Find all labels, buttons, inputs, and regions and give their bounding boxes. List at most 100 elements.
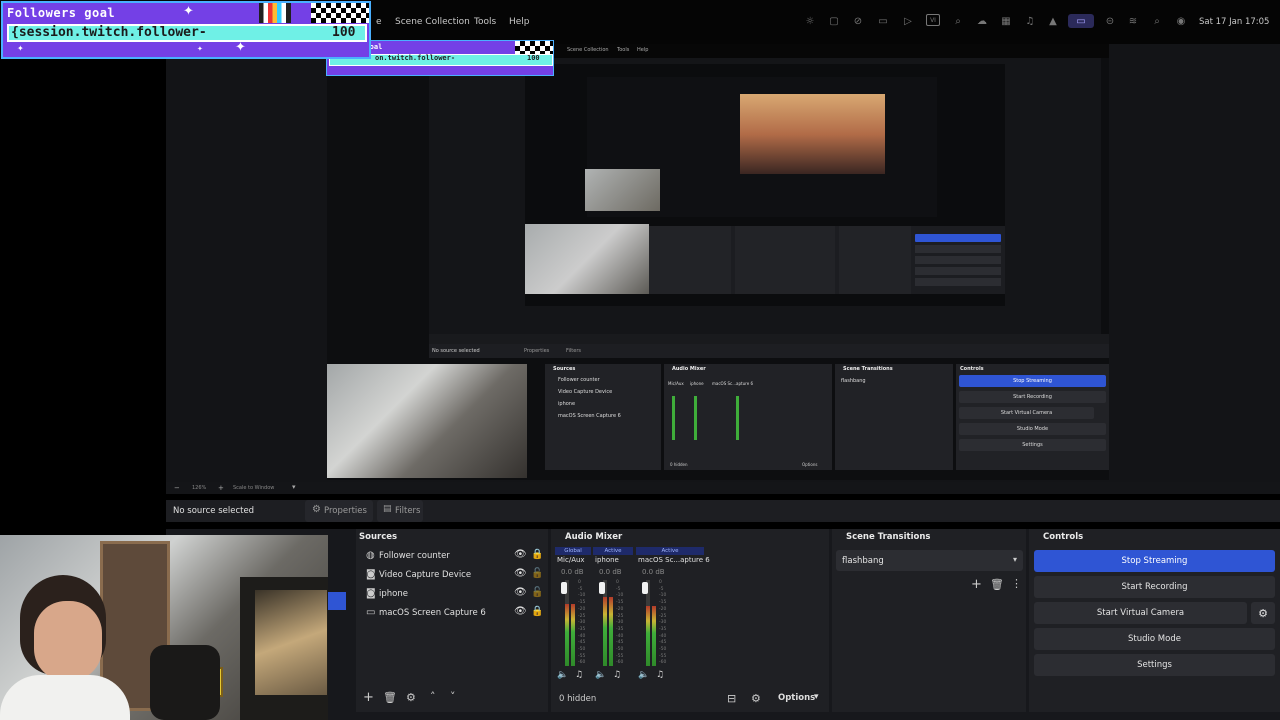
nested-channel-name: Mic/Aux xyxy=(668,381,684,386)
options-button[interactable]: Options ▾ xyxy=(772,690,828,706)
eye-icon[interactable]: 👁 xyxy=(514,606,527,617)
unlock-icon[interactable]: 🔓 xyxy=(531,587,543,598)
menu-item-help[interactable]: Help xyxy=(509,17,530,27)
brightness-icon[interactable]: ☼ xyxy=(803,14,817,28)
scene-transitions-title: Scene Transitions xyxy=(846,532,931,542)
lock-icon[interactable]: 🔒 xyxy=(531,606,543,617)
more-options-icon[interactable]: ⋮ xyxy=(1011,577,1022,590)
menu-item-edit[interactable]: e xyxy=(376,17,382,27)
search-icon[interactable]: ⌕ xyxy=(951,14,965,28)
add-transition-icon[interactable]: + xyxy=(971,577,982,592)
nested-source-item: iphone xyxy=(558,401,576,407)
play-icon[interactable]: ▷ xyxy=(901,14,915,28)
screen-share-icon[interactable]: ▭ xyxy=(1068,14,1094,28)
settings-button[interactable]: Settings xyxy=(1034,654,1275,676)
move-down-icon[interactable]: ˅ xyxy=(450,690,456,703)
zoom-out-icon[interactable]: − xyxy=(174,484,180,492)
filters-button[interactable]: ▤ Filters xyxy=(377,500,423,522)
nested-source-item: Follower counter xyxy=(558,377,600,383)
preview-canvas[interactable]: Scene Collection Tools Help No source se… xyxy=(166,40,1280,482)
camera-icon: ◙ xyxy=(366,588,376,599)
move-up-icon[interactable]: ˄ xyxy=(430,690,436,703)
window-icon[interactable]: ▭ xyxy=(876,14,890,28)
mute-speaker-icon[interactable]: 🔈 xyxy=(595,670,606,680)
unlock-icon[interactable]: 🔓 xyxy=(531,568,543,579)
menu-item-tools[interactable]: Tools xyxy=(474,17,496,27)
nested-obs-window: Scene Collection Tools Help No source se… xyxy=(327,44,1109,480)
mute-speaker-icon[interactable]: 🔈 xyxy=(557,670,568,680)
add-source-icon[interactable]: + xyxy=(363,690,374,705)
record-icon[interactable]: ⊘ xyxy=(851,14,865,28)
source-row[interactable]: ◙ Video Capture Device 👁 🔓 xyxy=(366,568,546,585)
gear-icon[interactable]: ⚙ xyxy=(406,691,416,704)
options-label: Options xyxy=(778,693,816,703)
meter-scale-label: -35 xyxy=(616,626,624,632)
monitor-headphones-icon[interactable]: ♫ xyxy=(575,670,583,680)
properties-button[interactable]: ⚙ Properties xyxy=(305,500,373,522)
channel-name[interactable]: iphone xyxy=(595,556,619,564)
triangle-icon[interactable]: ▲ xyxy=(1046,14,1060,28)
eye-icon[interactable]: 👁 xyxy=(514,549,527,560)
meter-scale-label: -15 xyxy=(616,600,624,606)
search-tray-icon[interactable]: ⌕ xyxy=(1150,14,1164,28)
transition-select[interactable]: flashbang ▾ xyxy=(836,550,1023,571)
channel-name[interactable]: macOS Sc...apture 6 xyxy=(638,556,710,564)
source-row[interactable]: ◙ iphone 👁 🔓 xyxy=(366,587,546,604)
volume-fader[interactable] xyxy=(599,582,605,594)
overlay-progress-text: {session.twitch.follower- xyxy=(11,25,207,40)
chevron-down-icon[interactable]: ▾ xyxy=(292,483,296,491)
filters-label: Filters xyxy=(395,506,421,516)
grid-icon[interactable]: ▦ xyxy=(999,14,1013,28)
zoom-in-icon[interactable]: + xyxy=(218,484,224,492)
monitor-headphones-icon[interactable]: ♫ xyxy=(656,670,664,680)
nested-transition-value: flashbang xyxy=(841,378,866,384)
no-source-label: No source selected xyxy=(173,506,255,516)
volume-fader[interactable] xyxy=(561,582,567,594)
trash-icon[interactable]: 🗑 xyxy=(990,578,1004,591)
cloud-icon[interactable]: ☁ xyxy=(975,14,989,28)
eye-icon[interactable]: 👁 xyxy=(514,587,527,598)
headphones-icon[interactable]: ♫ xyxy=(1023,14,1037,28)
trash-icon[interactable]: 🗑 xyxy=(383,691,397,704)
nested-controls-title: Controls xyxy=(960,366,984,372)
advanced-audio-icon[interactable]: ⚙ xyxy=(751,692,761,705)
studio-mode-button[interactable]: Studio Mode xyxy=(1034,628,1275,650)
clipboard-icon[interactable]: ▢ xyxy=(827,14,841,28)
menu-item-scene-collection[interactable]: Scene Collection xyxy=(395,17,470,27)
nested-transitions-panel: Scene Transitions flashbang xyxy=(835,364,953,470)
layout-icon[interactable]: ⊟ xyxy=(727,692,736,705)
sparkle-icon: ✦ xyxy=(197,45,203,53)
monitor-headphones-icon[interactable]: ♫ xyxy=(613,670,621,680)
wifi-icon[interactable]: ≋ xyxy=(1126,14,1140,28)
source-row[interactable]: ◍ Follower counter 👁 🔒 xyxy=(366,549,546,566)
nested-preview-level-2 xyxy=(525,64,1005,306)
volume-fader[interactable] xyxy=(642,582,648,594)
meter-scale-label: -30 xyxy=(616,620,624,626)
scale-to-window[interactable]: Scale to Window xyxy=(233,485,274,491)
lock-icon[interactable]: 🔒 xyxy=(531,549,543,560)
start-virtual-camera-button[interactable]: Start Virtual Camera xyxy=(1034,602,1247,624)
mute-speaker-icon[interactable]: 🔈 xyxy=(638,670,649,680)
start-recording-button[interactable]: Start Recording xyxy=(1034,576,1275,598)
virtual-camera-settings-button[interactable]: ⚙ xyxy=(1251,602,1275,624)
stop-streaming-button[interactable]: Stop Streaming xyxy=(1034,550,1275,572)
source-label: macOS Screen Capture 6 xyxy=(379,608,486,618)
nested-sources-panel: Sources Follower counter Video Capture D… xyxy=(545,364,661,470)
source-row[interactable]: ▭ macOS Screen Capture 6 👁 🔒 xyxy=(366,606,546,623)
control-center-icon[interactable]: ◉ xyxy=(1174,14,1188,28)
nested-webcam-small xyxy=(585,169,660,211)
channel-name[interactable]: Mic/Aux xyxy=(557,556,585,564)
channel-volume-db: 0.0 dB xyxy=(642,568,665,576)
eye-icon[interactable]: 👁 xyxy=(514,568,527,579)
webcam-feed xyxy=(0,535,328,720)
scene-selected-row[interactable] xyxy=(328,592,346,610)
nested-source-item: Video Capture Device xyxy=(558,389,613,395)
camera-icon: ◙ xyxy=(366,569,376,580)
mixer-channel: Active iphone 0.0 dB 0 -5 -10 -15 -20 -25 -30 -35-… xyxy=(593,547,633,688)
nested-channel-name: macOS Sc...apture 6 xyxy=(712,381,753,386)
meter-scale-label: -10 xyxy=(616,593,624,599)
monitor-icon: ▭ xyxy=(366,607,376,618)
meter-scale-label: -60 xyxy=(659,660,667,666)
vi-icon[interactable]: VI xyxy=(926,14,940,26)
toggle-icon[interactable]: ⊝ xyxy=(1103,14,1117,28)
